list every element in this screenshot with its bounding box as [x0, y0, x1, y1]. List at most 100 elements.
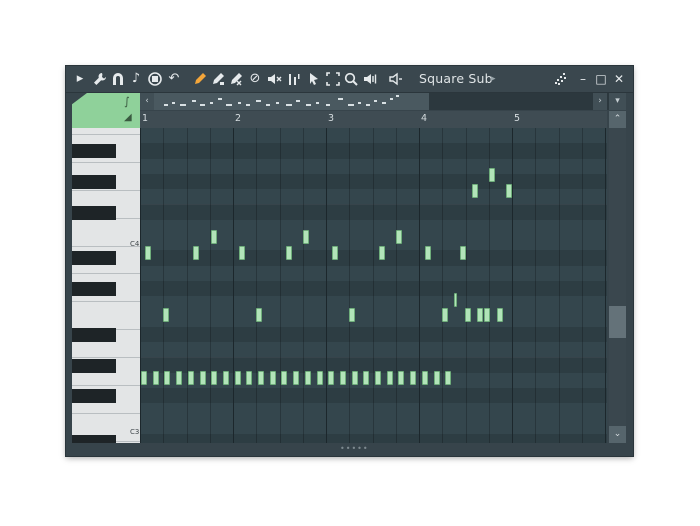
- beat-line: [186, 128, 188, 443]
- selection-box-icon[interactable]: [325, 70, 341, 88]
- black-key[interactable]: [72, 327, 116, 342]
- select-icon[interactable]: [306, 70, 322, 88]
- note[interactable]: [349, 308, 355, 322]
- wrench-icon[interactable]: [92, 70, 108, 88]
- stamp-icon[interactable]: [147, 70, 163, 88]
- undo-icon[interactable]: ↶: [166, 70, 182, 88]
- curve-icon[interactable]: ∫: [124, 95, 136, 109]
- note-icon[interactable]: ♪: [128, 70, 144, 88]
- note[interactable]: [303, 230, 309, 244]
- slice-icon[interactable]: [286, 70, 302, 88]
- bar-line: [512, 128, 513, 443]
- note[interactable]: [398, 371, 405, 385]
- playback-icon[interactable]: [362, 70, 378, 88]
- minimize-button[interactable]: –: [575, 70, 591, 88]
- black-key[interactable]: [72, 389, 116, 404]
- note[interactable]: [152, 371, 159, 385]
- white-key-divider: [72, 273, 140, 275]
- note[interactable]: [234, 371, 241, 385]
- note[interactable]: [164, 371, 171, 385]
- note[interactable]: [332, 246, 338, 260]
- note[interactable]: [410, 371, 417, 385]
- timeline-ruler[interactable]: 1 2 3 4 5: [140, 111, 607, 129]
- note[interactable]: [472, 184, 478, 198]
- white-key-divider: [72, 245, 140, 247]
- note[interactable]: [211, 230, 217, 244]
- resize-grip[interactable]: •••••: [340, 445, 368, 453]
- note[interactable]: [506, 184, 512, 198]
- note[interactable]: [351, 371, 358, 385]
- black-key[interactable]: [72, 282, 116, 296]
- note[interactable]: [477, 308, 483, 322]
- pencil-icon[interactable]: [192, 70, 208, 88]
- vertical-scrollbar[interactable]: [609, 128, 626, 443]
- paint-icon[interactable]: [210, 70, 226, 88]
- bar-line: [605, 128, 606, 443]
- note[interactable]: [199, 371, 206, 385]
- note[interactable]: [465, 308, 471, 322]
- piano-keyboard[interactable]: C4 C3: [72, 128, 141, 449]
- note[interactable]: [293, 371, 300, 385]
- note[interactable]: [442, 308, 448, 322]
- overview-menu-button[interactable]: ▾: [609, 93, 626, 110]
- note[interactable]: [163, 308, 169, 322]
- black-key[interactable]: [72, 205, 116, 220]
- note[interactable]: [222, 371, 229, 385]
- note[interactable]: [176, 371, 183, 385]
- note[interactable]: [256, 308, 262, 322]
- black-key[interactable]: [72, 251, 116, 266]
- note[interactable]: [281, 371, 288, 385]
- overview-left-button[interactable]: ‹: [140, 93, 154, 110]
- magnet-icon[interactable]: [110, 70, 126, 88]
- note[interactable]: [145, 246, 151, 260]
- note[interactable]: [396, 230, 402, 244]
- mute-tool-icon[interactable]: ⊘: [247, 70, 263, 88]
- zoom-icon[interactable]: [343, 70, 359, 88]
- note[interactable]: [379, 246, 385, 260]
- mute-icon[interactable]: [266, 70, 282, 88]
- note[interactable]: [484, 308, 490, 322]
- note[interactable]: [286, 246, 292, 260]
- note[interactable]: [425, 246, 431, 260]
- note[interactable]: [258, 371, 264, 385]
- overview-scroll-thumb[interactable]: [154, 93, 429, 110]
- note[interactable]: [246, 371, 253, 385]
- note[interactable]: [421, 371, 428, 385]
- note-grid[interactable]: [140, 128, 607, 443]
- note[interactable]: [454, 293, 457, 307]
- triangle-icon[interactable]: ◢: [124, 112, 136, 124]
- black-key[interactable]: [72, 358, 116, 373]
- menu-arrow-icon[interactable]: ▸: [72, 70, 88, 88]
- note[interactable]: [433, 371, 440, 385]
- snap-icon[interactable]: [553, 70, 569, 88]
- note[interactable]: [304, 371, 311, 385]
- note[interactable]: [363, 371, 370, 385]
- speaker-icon[interactable]: [387, 70, 403, 88]
- note[interactable]: [497, 308, 503, 322]
- note[interactable]: [445, 371, 452, 385]
- maximize-button[interactable]: □: [593, 70, 609, 88]
- note[interactable]: [489, 168, 495, 182]
- note[interactable]: [239, 246, 245, 260]
- title-arrow-icon[interactable]: ▸: [491, 70, 501, 88]
- note[interactable]: [269, 371, 276, 385]
- note[interactable]: [211, 371, 218, 385]
- note[interactable]: [460, 246, 466, 260]
- note[interactable]: [375, 371, 381, 385]
- close-button[interactable]: ✕: [611, 70, 627, 88]
- delete-icon[interactable]: [228, 70, 244, 88]
- note[interactable]: [316, 371, 323, 385]
- scroll-up-button[interactable]: ⌃: [609, 111, 626, 128]
- note[interactable]: [193, 246, 199, 260]
- scroll-down-button[interactable]: ⌄: [609, 426, 626, 443]
- black-key[interactable]: [72, 144, 116, 159]
- note[interactable]: [141, 371, 147, 385]
- note[interactable]: [187, 371, 194, 385]
- note[interactable]: [386, 371, 393, 385]
- channel-title[interactable]: Square Sub: [419, 70, 493, 88]
- overview-right-button[interactable]: ›: [593, 93, 607, 110]
- note[interactable]: [339, 371, 346, 385]
- note[interactable]: [328, 371, 335, 385]
- vertical-scroll-thumb[interactable]: [609, 306, 626, 338]
- black-key[interactable]: [72, 174, 116, 189]
